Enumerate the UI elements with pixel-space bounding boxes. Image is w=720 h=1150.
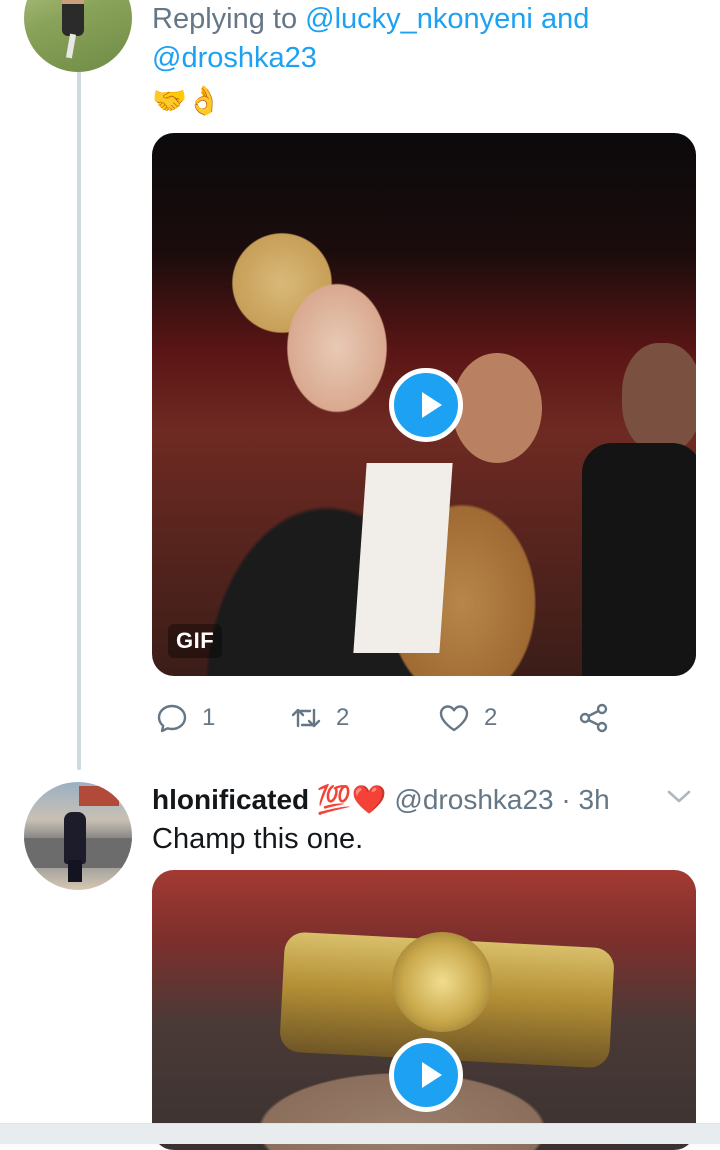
thread-connector-line [77, 70, 81, 770]
tweet-header: hlonificated 💯❤️ @droshka23 · 3h [152, 782, 610, 818]
share-icon [579, 703, 608, 733]
like-button[interactable]: 2 [438, 700, 497, 736]
retweet-count: 2 [336, 704, 350, 731]
reply-button[interactable]: 1 [156, 700, 215, 736]
play-triangle [422, 392, 442, 418]
avatar-figure-leg [68, 860, 82, 882]
timestamp[interactable]: 3h [579, 784, 610, 815]
tweet-emoji-text: 🤝👌 [152, 85, 222, 116]
media-detail [353, 463, 453, 653]
tweet-menu-button[interactable] [664, 784, 694, 808]
play-triangle [422, 1062, 442, 1088]
avatar-figure [62, 0, 84, 36]
avatar[interactable] [24, 0, 132, 72]
retweet-icon [291, 708, 321, 728]
media-detail [392, 932, 492, 1032]
time-separator: · [561, 784, 571, 815]
chevron-down-icon [667, 790, 691, 803]
display-name[interactable]: hlonificated [152, 784, 309, 815]
share-button[interactable] [578, 700, 610, 736]
avatar-detail [79, 786, 119, 806]
gif-badge: GIF [168, 624, 223, 658]
reply-count: 1 [202, 704, 216, 731]
bottom-divider [0, 1123, 720, 1144]
user-handle[interactable]: @droshka23 [394, 784, 553, 815]
mention-joiner: and [540, 3, 590, 35]
tweet-text: Champ this one. [152, 823, 364, 855]
avatar[interactable] [24, 782, 132, 890]
media-detail [452, 353, 542, 463]
name-emojis: 💯❤️ [316, 784, 387, 815]
like-count: 2 [484, 704, 498, 731]
replying-to-label: Replying to [152, 3, 298, 35]
play-icon[interactable] [389, 1038, 463, 1112]
mention-link-1[interactable]: @lucky_nkonyeni [305, 3, 533, 35]
replying-to-line: Replying to @lucky_nkonyeni and @droshka… [152, 0, 672, 78]
avatar-figure [64, 812, 86, 864]
reply-icon [157, 704, 187, 733]
heart-icon [439, 705, 469, 732]
avatar-figure-leg [65, 33, 77, 59]
retweet-button[interactable]: 2 [290, 700, 349, 736]
media-detail [582, 443, 696, 676]
mention-link-2[interactable]: @droshka23 [152, 42, 317, 74]
play-icon[interactable] [389, 368, 463, 442]
media-detail [622, 343, 696, 453]
